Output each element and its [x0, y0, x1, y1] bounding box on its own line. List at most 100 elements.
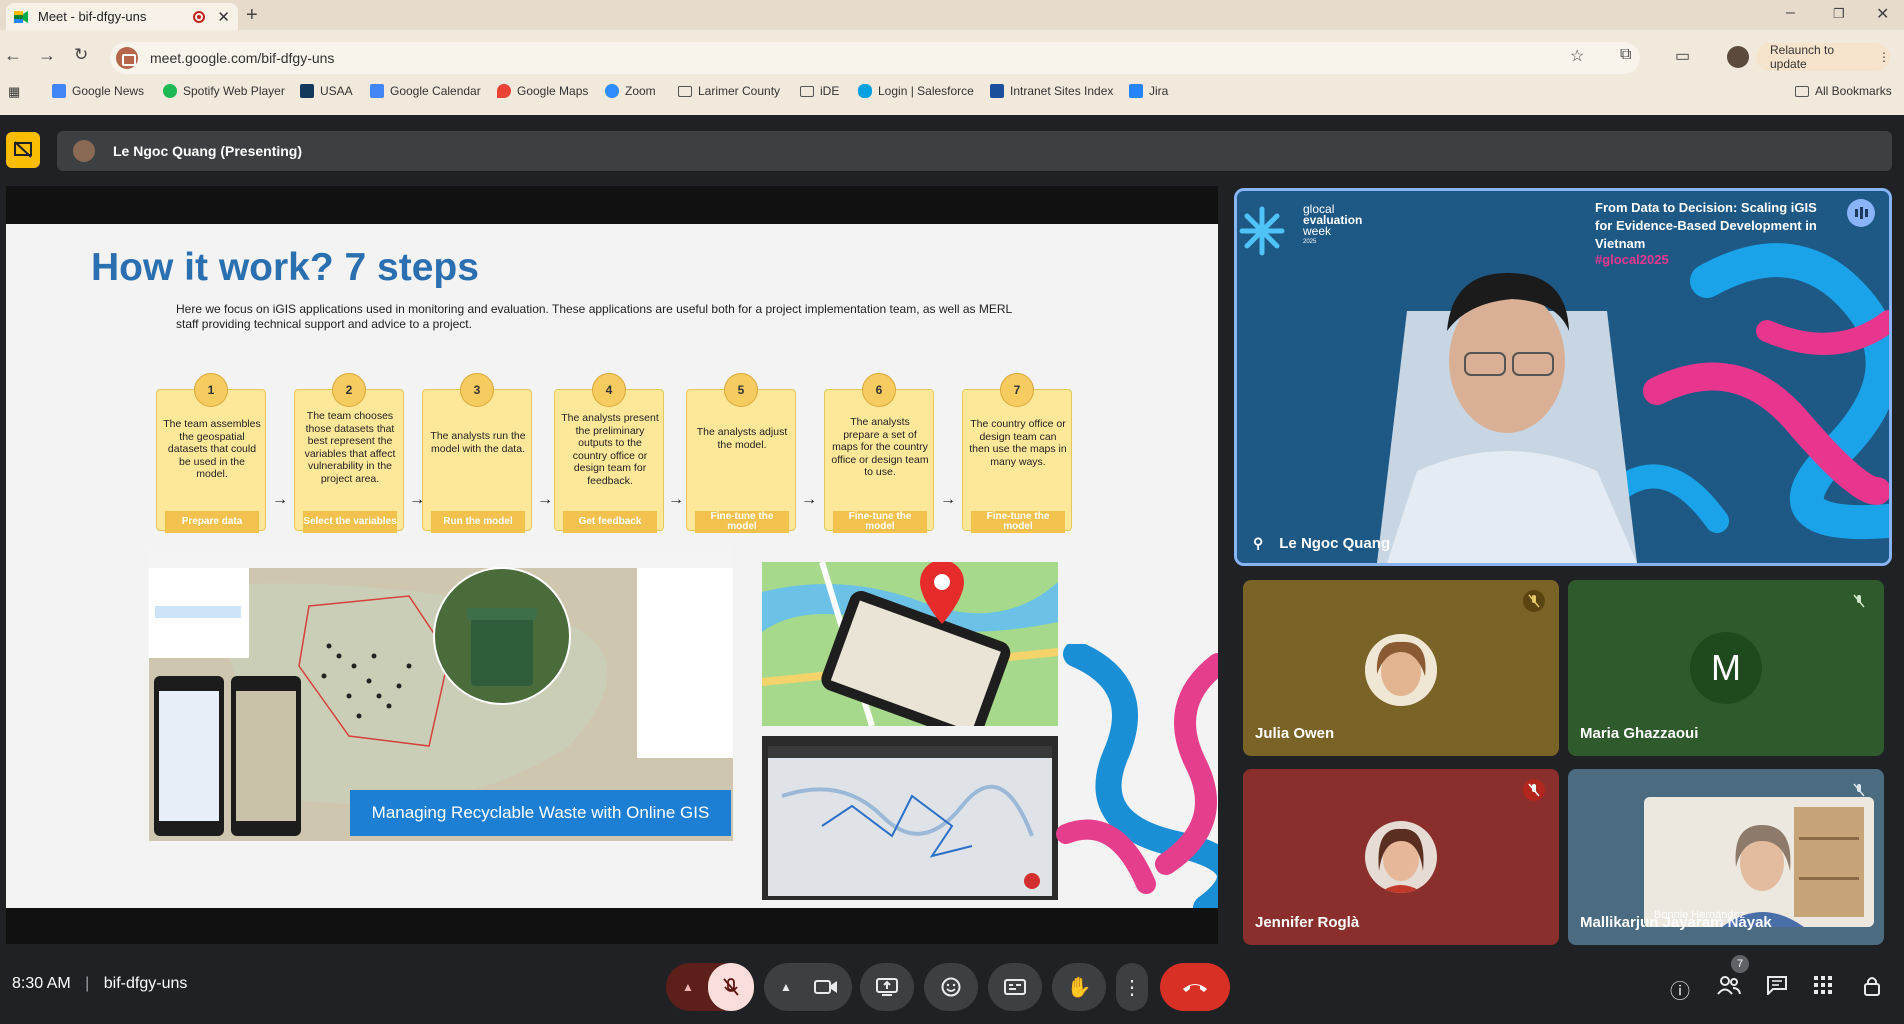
- forward-icon[interactable]: →: [38, 45, 56, 66]
- bookmark-usaa[interactable]: USAA: [300, 84, 353, 98]
- mic-muted-icon: [1523, 779, 1545, 801]
- bookmark-label: Jira: [1149, 84, 1169, 98]
- url-text: meet.google.com/bif-dfgy-uns: [150, 50, 335, 66]
- leave-call-button[interactable]: [1160, 963, 1230, 1011]
- present-screen-button[interactable]: [860, 963, 914, 1011]
- end-call-icon: [1183, 984, 1207, 992]
- logo-year: 2025: [1303, 239, 1317, 245]
- restore-icon[interactable]: ❐: [1833, 6, 1845, 22]
- participant-avatar: [1365, 821, 1437, 893]
- event-hashtag: #glocal2025: [1595, 252, 1669, 267]
- participant-name: Maria Ghazzaoui: [1580, 725, 1699, 742]
- step-card: 7 The country office or design team can t…: [962, 373, 1072, 533]
- step-number: 6: [862, 373, 896, 407]
- bookmark-jira[interactable]: Jira: [1129, 84, 1168, 98]
- participant-name: Jennifer Roglà: [1255, 914, 1360, 931]
- participant-name: Mallikarjun Jayaram Nayak: [1580, 914, 1772, 931]
- profile-avatar[interactable]: [1727, 46, 1749, 68]
- speaker-spotlight-tile[interactable]: glocal evaluation week 2025 From Data to…: [1234, 188, 1892, 566]
- participant-tile[interactable]: Julia Owen: [1243, 580, 1559, 756]
- event-logo: glocal evaluation week 2025: [1303, 203, 1362, 248]
- meeting-details-icon[interactable]: ⓘ: [1670, 975, 1690, 1004]
- arrow-icon: →: [668, 491, 684, 508]
- window-close-icon[interactable]: ✕: [1876, 4, 1889, 24]
- hand-icon: ✋: [1066, 976, 1092, 999]
- gis-banner: Managing Recyclable Waste with Online GI…: [350, 790, 731, 836]
- tab-meet[interactable]: Meet - bif-dfgy-uns ✕: [6, 3, 238, 30]
- arrow-icon: →: [801, 491, 817, 508]
- bookmark-google-maps[interactable]: Google Maps: [497, 84, 588, 98]
- map-phone-image: [762, 562, 1058, 726]
- bookmark-ide[interactable]: iDE: [800, 84, 839, 98]
- step-number: 3: [460, 373, 494, 407]
- activities-button[interactable]: [1813, 975, 1833, 1001]
- microphone-control[interactable]: ▲: [666, 963, 754, 1011]
- new-tab-icon[interactable]: +: [246, 4, 258, 27]
- step-number: 2: [332, 373, 366, 407]
- decorative-waves: [1056, 644, 1218, 908]
- bookmark-label: USAA: [320, 84, 353, 98]
- participant-name: Julia Owen: [1255, 725, 1335, 742]
- raise-hand-button[interactable]: ✋: [1052, 963, 1106, 1011]
- emoji-icon: [941, 977, 961, 997]
- participant-tile[interactable]: Bonnie Hernández Mallikarjun Jayaram Nay…: [1568, 769, 1884, 945]
- cast-icon[interactable]: ▭: [1675, 46, 1690, 66]
- camera-control[interactable]: ▲: [764, 963, 852, 1011]
- arrow-icon: →: [272, 491, 288, 508]
- extensions-icon[interactable]: ⧉: [1620, 46, 1631, 64]
- all-bookmarks[interactable]: All Bookmarks: [1795, 84, 1892, 98]
- step-number: 7: [1000, 373, 1034, 407]
- lock-person-icon: [1864, 977, 1880, 996]
- bookmark-salesforce[interactable]: Login | Salesforce: [858, 84, 974, 98]
- bookmark-google-calendar[interactable]: Google Calendar: [370, 84, 481, 98]
- menu-kebab-icon[interactable]: ⋮: [1878, 50, 1890, 64]
- relaunch-button[interactable]: Relaunch to update ⋮: [1756, 43, 1890, 71]
- intranet-icon: [990, 84, 1004, 98]
- chat-button[interactable]: [1766, 975, 1788, 1001]
- step-label: Select the variables: [303, 511, 397, 533]
- meet-favicon-icon: [14, 10, 28, 23]
- step-description: The analysts run the model with the data…: [430, 430, 526, 455]
- address-bar[interactable]: meet.google.com/bif-dfgy-uns: [110, 42, 1640, 74]
- mic-options-chevron-icon[interactable]: ▲: [682, 980, 694, 994]
- bookmark-intranet[interactable]: Intranet Sites Index: [990, 84, 1113, 98]
- step-description: The country office or design team can th…: [969, 418, 1067, 468]
- participant-tile[interactable]: Jennifer Roglà: [1243, 769, 1559, 945]
- people-icon: [1717, 976, 1741, 995]
- step-label: Fine-tune the model: [695, 511, 789, 533]
- bookmark-google-news[interactable]: Google News: [52, 84, 144, 98]
- folder-icon: [678, 85, 692, 97]
- bookmark-label: Zoom: [625, 84, 656, 98]
- bookmark-spotify[interactable]: Spotify Web Player: [163, 84, 285, 98]
- zoom-icon: [605, 84, 619, 98]
- bookmark-label: Larimer County: [698, 84, 781, 98]
- reload-icon[interactable]: ↻: [74, 45, 88, 65]
- stop-presenting-button[interactable]: [6, 132, 40, 168]
- step-card: 1 The team assembles the geospatial datas…: [156, 373, 266, 533]
- host-controls-button[interactable]: [1862, 975, 1882, 1003]
- step-label: Run the model: [431, 511, 525, 533]
- bookmark-larimer-county[interactable]: Larimer County: [678, 84, 780, 98]
- bookmark-star-icon[interactable]: ☆: [1570, 46, 1584, 66]
- captions-button[interactable]: [988, 963, 1042, 1011]
- mic-toggle-button[interactable]: [708, 963, 754, 1011]
- reactions-button[interactable]: [924, 963, 978, 1011]
- browser-toolbar: ← → ↻ meet.google.com/bif-dfgy-uns ☆ ⧉ ▭…: [0, 40, 1904, 74]
- bookmark-zoom[interactable]: Zoom: [605, 84, 656, 98]
- apps-grid-icon[interactable]: ▦: [8, 84, 20, 100]
- salesforce-icon: [858, 84, 872, 98]
- participant-avatar: [1365, 634, 1437, 706]
- minimize-icon[interactable]: –: [1786, 4, 1795, 22]
- camera-icon: [814, 980, 837, 994]
- people-button[interactable]: [1717, 975, 1741, 1001]
- participant-tile[interactable]: M Maria Ghazzaoui: [1568, 580, 1884, 756]
- bookmarks-bar: ▦ Google News Spotify Web Player USAA Go…: [0, 84, 1904, 104]
- camera-options-chevron-icon[interactable]: ▲: [780, 980, 792, 994]
- step-card: 2 The team chooses those datasets that be…: [294, 373, 404, 533]
- presenter-bar: Le Ngoc Quang (Presenting): [57, 131, 1892, 171]
- tab-close-icon[interactable]: ✕: [217, 8, 230, 26]
- back-icon[interactable]: ←: [4, 45, 22, 66]
- site-info-icon[interactable]: [116, 47, 138, 69]
- more-options-button[interactable]: ⋮: [1116, 963, 1148, 1011]
- step-number: 5: [724, 373, 758, 407]
